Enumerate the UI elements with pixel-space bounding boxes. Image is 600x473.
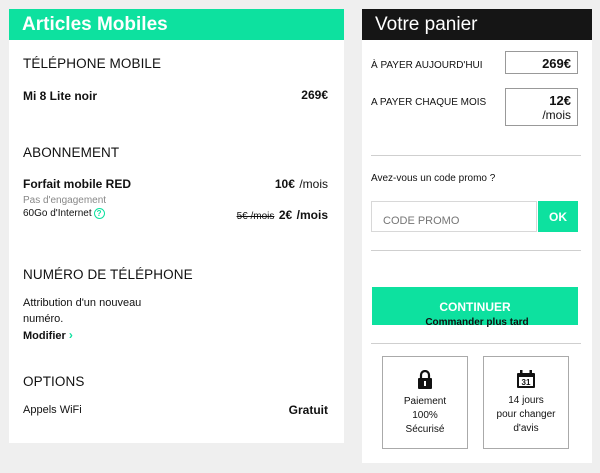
help-icon[interactable]: ? [93,208,105,219]
promo-code-input[interactable] [371,201,537,232]
chevron-right-icon: › [68,328,73,342]
calendar-day-number: 31 [522,378,531,387]
promo-ok-button[interactable]: OK [538,201,578,232]
pay-monthly-label: A PAYER CHAQUE MOIS [371,97,487,108]
mobile-items-panel: Articles Mobiles TÉLÉPHONE MOBILE Mi 8 L… [9,9,344,443]
pay-monthly-value: 12€ [549,93,571,108]
order-later-link[interactable]: Commander plus tard [362,317,592,328]
divider [371,250,581,251]
wifi-calls-value: Gratuit [288,403,328,417]
divider [371,343,581,344]
option-price-unit: /mois [296,208,328,222]
secure-line1: Paiement [403,396,447,407]
days-line1: 14 jours [508,395,544,406]
old-price: 5€ /mois [236,211,275,222]
plan-price-unit: /mois [299,177,328,191]
days-line2: pour changer [496,409,556,420]
commitment-text: Pas d'engagement [23,195,107,206]
divider [371,155,581,156]
option-price-value: 2€ [278,208,293,222]
phone-product-name: Mi 8 Lite noir [23,89,98,103]
secure-payment-card: Paiement 100% Sécurisé [382,356,468,449]
option-price: 5€ /mois 2€ /mois [237,206,328,224]
mobile-items-title: Articles Mobiles [9,9,344,40]
secure-line2: 100% [412,410,438,421]
padlock-icon [418,370,432,389]
cart-panel: Votre panier À PAYER AUJOURD'HUI 269€ A … [362,9,592,463]
options-section-title: OPTIONS [23,374,85,389]
phone-price: 269€ [301,88,328,102]
data-allowance-text: 60Go d'Internet [23,208,92,219]
pay-monthly-unit: /mois [542,108,571,122]
wifi-calls-label: Appels WiFi [23,404,82,416]
cart-title: Votre panier [362,9,592,40]
number-attribution-line2: numéro. [23,313,64,325]
number-attribution-line1: Attribution d'un nouveau [23,297,142,309]
promo-question: Avez-vous un code promo ? [371,173,496,184]
plan-price-value: 10€ [274,177,295,191]
change-mind-card: 31 14 jours pour changer d'avis [483,356,569,449]
subscription-section-title: ABONNEMENT [23,145,120,160]
modify-link-label: Modifier [23,330,66,342]
pay-today-amount: 269€ [505,51,578,74]
plan-price: 10€ /mois [275,175,328,193]
plan-name: Forfait mobile RED [23,177,132,191]
calendar-icon: 31 [517,370,535,388]
data-allowance: 60Go d'Internet? [23,208,105,219]
days-line3: d'avis [513,423,539,434]
pay-today-label: À PAYER AUJOURD'HUI [371,60,483,71]
phone-section-title: TÉLÉPHONE MOBILE [23,56,162,71]
modify-link[interactable]: Modifier › [23,328,73,342]
pay-monthly-amount: 12€ /mois [505,88,578,126]
secure-line3: Sécurisé [405,424,445,435]
phone-number-section-title: NUMÉRO DE TÉLÉPHONE [23,267,193,282]
